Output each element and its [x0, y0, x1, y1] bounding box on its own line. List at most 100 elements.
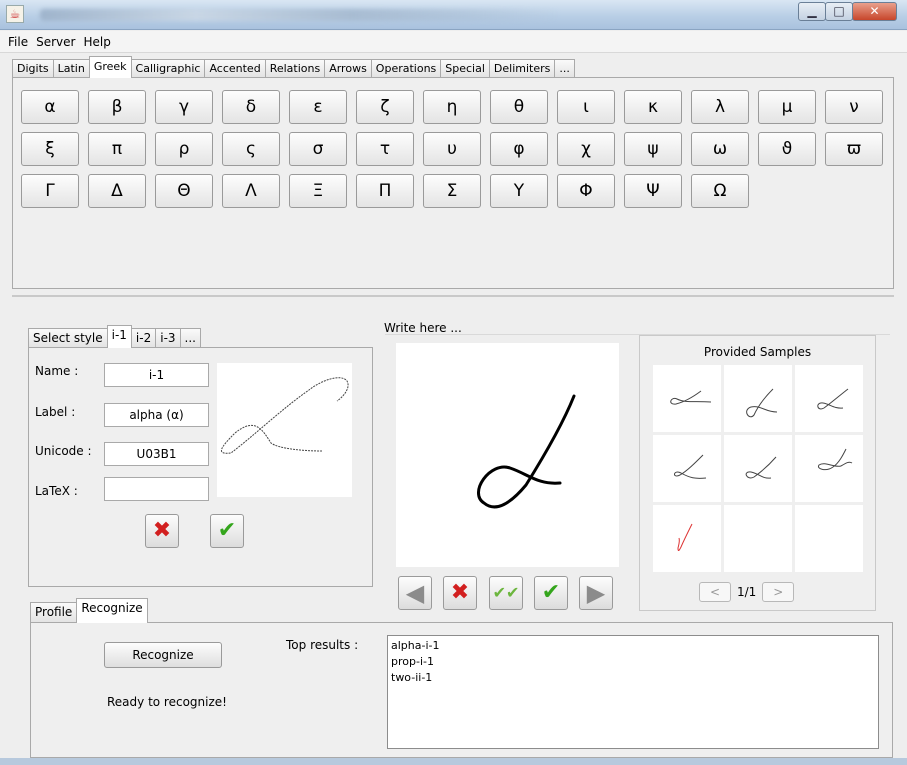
tab-more-styles[interactable]: ...	[179, 328, 201, 348]
menu-bar: File Server Help	[0, 31, 907, 53]
result-item[interactable]: alpha-i-1	[391, 638, 875, 654]
tab-select-style[interactable]: Select style	[28, 328, 108, 348]
label-field[interactable]: alpha (α)	[104, 403, 209, 427]
sample-thumbnail[interactable]	[724, 435, 792, 502]
greek-button-capital-xi[interactable]: Ξ	[289, 174, 347, 208]
result-item[interactable]: two-ii-1	[391, 670, 875, 686]
greek-button-delta[interactable]: δ	[222, 90, 280, 124]
accept-all-button[interactable]: ✔✔	[489, 576, 523, 610]
sample-thumbnail[interactable]	[653, 365, 721, 432]
greek-button-eta[interactable]: η	[423, 90, 481, 124]
tab-calligraphic[interactable]: Calligraphic	[130, 59, 206, 78]
sample-thumbnail[interactable]	[724, 365, 792, 432]
window-bottom-edge	[0, 758, 907, 765]
greek-button-xi[interactable]: ξ	[21, 132, 79, 166]
tab-i-1[interactable]: i-1	[106, 325, 132, 348]
greek-button-upsilon[interactable]: υ	[423, 132, 481, 166]
tab-accented[interactable]: Accented	[204, 59, 266, 78]
left-arrow-icon: ◀	[405, 579, 425, 607]
greek-button-vartheta[interactable]: ϑ	[758, 132, 816, 166]
accept-sample-button[interactable]: ✔	[534, 576, 568, 610]
sample-thumbnail[interactable]	[795, 435, 863, 502]
forward-button[interactable]: ▶	[579, 576, 613, 610]
greek-button-beta[interactable]: β	[88, 90, 146, 124]
greek-button-capital-lambda[interactable]: Λ	[222, 174, 280, 208]
back-button[interactable]: ◀	[398, 576, 432, 610]
menu-help[interactable]: Help	[79, 35, 114, 49]
greek-button-pi[interactable]: π	[88, 132, 146, 166]
red-x-icon: ✖	[152, 518, 172, 543]
tab-more[interactable]: ...	[554, 59, 575, 78]
greek-button-alpha[interactable]: α	[21, 90, 79, 124]
greek-button-capital-upsilon[interactable]: Υ	[490, 174, 548, 208]
sample-thumbnail-empty[interactable]	[795, 505, 863, 572]
greek-button-capital-gamma[interactable]: Γ	[21, 174, 79, 208]
greek-button-tau[interactable]: τ	[356, 132, 414, 166]
recognize-button[interactable]: Recognize	[104, 642, 222, 668]
greek-button-chi[interactable]: χ	[557, 132, 615, 166]
tab-recognize[interactable]: Recognize	[76, 598, 148, 623]
unicode-field[interactable]: U03B1	[104, 442, 209, 466]
cancel-button[interactable]: ✖	[145, 514, 179, 548]
sample-thumbnail[interactable]	[653, 435, 721, 502]
sample-thumbnail-empty[interactable]	[724, 505, 792, 572]
tab-i-3[interactable]: i-3	[155, 328, 181, 348]
greek-button-nu[interactable]: ν	[825, 90, 883, 124]
tab-greek[interactable]: Greek	[88, 56, 132, 78]
symbol-form-panel: Name : i-1 Label : alpha (α) Unicode : U…	[28, 347, 373, 587]
menu-file[interactable]: File	[4, 35, 32, 49]
tab-latin[interactable]: Latin	[52, 59, 90, 78]
tab-delimiters[interactable]: Delimiters	[488, 59, 556, 78]
greek-button-gamma[interactable]: γ	[155, 90, 213, 124]
greek-button-capital-phi[interactable]: Φ	[557, 174, 615, 208]
samples-grid	[653, 365, 863, 572]
split-pane-divider[interactable]	[12, 295, 894, 297]
green-check-icon: ✔	[217, 518, 237, 543]
tab-arrows[interactable]: Arrows	[324, 59, 372, 78]
clear-canvas-button[interactable]: ✖	[443, 576, 477, 610]
drawing-canvas[interactable]	[396, 343, 619, 567]
name-field[interactable]: i-1	[104, 363, 209, 387]
greek-button-theta[interactable]: θ	[490, 90, 548, 124]
greek-button-mu[interactable]: μ	[758, 90, 816, 124]
minimize-button[interactable]: ▁	[798, 2, 826, 21]
tab-operations[interactable]: Operations	[370, 59, 442, 78]
greek-button-epsilon[interactable]: ε	[289, 90, 347, 124]
greek-button-capital-pi[interactable]: Π	[356, 174, 414, 208]
close-window-button[interactable]: ✕	[852, 2, 897, 21]
greek-button-psi[interactable]: ψ	[624, 132, 682, 166]
samples-title: Provided Samples	[703, 345, 812, 359]
menu-server[interactable]: Server	[32, 35, 79, 49]
previous-page-button[interactable]: <	[699, 582, 731, 602]
tab-i-2[interactable]: i-2	[130, 328, 157, 348]
tab-digits[interactable]: Digits	[12, 59, 54, 78]
greek-button-omega[interactable]: ω	[691, 132, 749, 166]
latex-field[interactable]	[104, 477, 209, 501]
greek-button-sigma[interactable]: σ	[289, 132, 347, 166]
confirm-button[interactable]: ✔	[210, 514, 244, 548]
result-item[interactable]: prop-i-1	[391, 654, 875, 670]
greek-button-capital-delta[interactable]: Δ	[88, 174, 146, 208]
sample-thumbnail[interactable]	[795, 365, 863, 432]
greek-button-capital-omega[interactable]: Ω	[691, 174, 749, 208]
greek-button-lambda[interactable]: λ	[691, 90, 749, 124]
greek-button-kappa[interactable]: κ	[624, 90, 682, 124]
next-page-button[interactable]: >	[762, 582, 795, 602]
tab-relations[interactable]: Relations	[264, 59, 326, 78]
greek-button-zeta[interactable]: ζ	[356, 90, 414, 124]
greek-button-iota[interactable]: ι	[557, 90, 615, 124]
greek-button-capital-psi[interactable]: Ψ	[624, 174, 682, 208]
greek-button-phi[interactable]: φ	[490, 132, 548, 166]
maximize-button[interactable]: □	[825, 2, 853, 21]
top-results-list[interactable]: alpha-i-1 prop-i-1 two-ii-1	[387, 635, 879, 749]
unicode-label: Unicode :	[35, 444, 92, 458]
sample-thumbnail-selected[interactable]	[653, 505, 721, 572]
tab-special[interactable]: Special	[440, 59, 490, 78]
greek-button-capital-sigma[interactable]: Σ	[423, 174, 481, 208]
greek-button-rho[interactable]: ρ	[155, 132, 213, 166]
greek-button-final-sigma[interactable]: ς	[222, 132, 280, 166]
tab-profile[interactable]: Profile	[30, 602, 78, 623]
greek-button-capital-theta[interactable]: Θ	[155, 174, 213, 208]
window-title-blurred	[40, 9, 560, 21]
greek-button-varpi[interactable]: ϖ	[825, 132, 883, 166]
